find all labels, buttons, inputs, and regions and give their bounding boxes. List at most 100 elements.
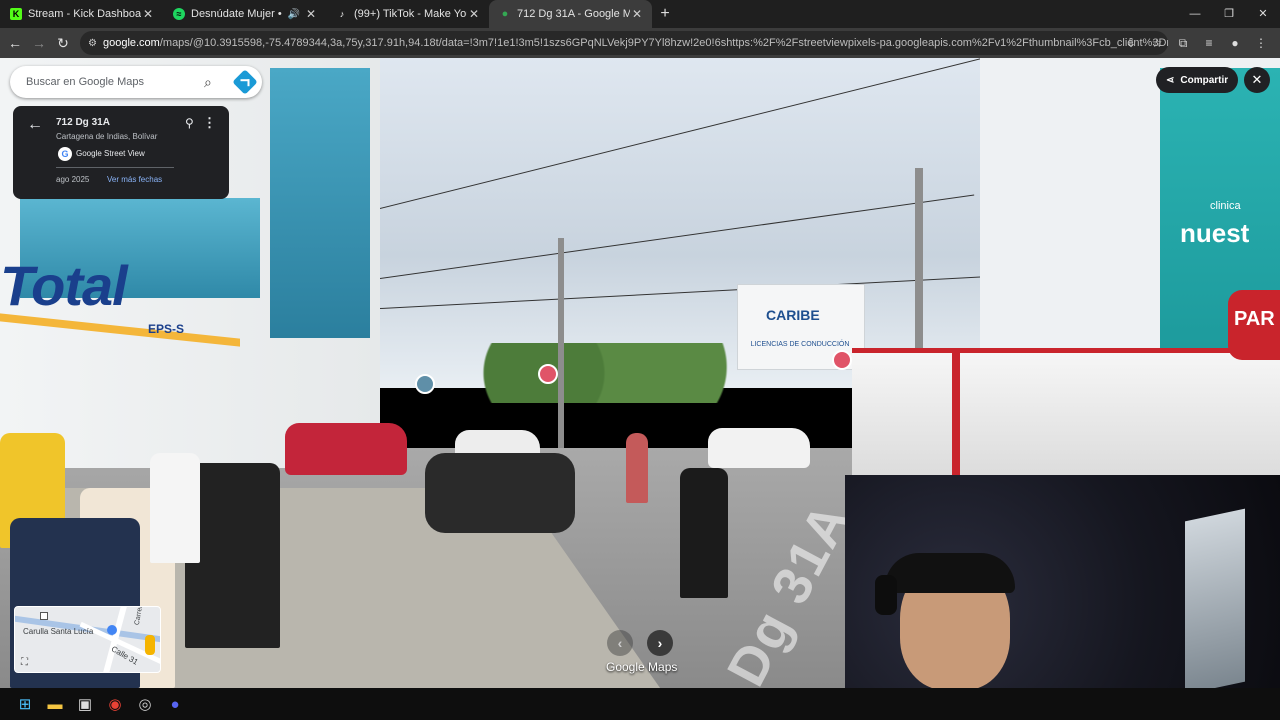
motorcycles: [425, 453, 575, 533]
close-tab-icon[interactable]: ✕: [141, 7, 155, 21]
motorcyclist: [680, 468, 728, 598]
maps-search-box[interactable]: ⌕: [10, 66, 262, 98]
discord-icon[interactable]: ●: [160, 689, 190, 719]
toolbar-actions: ⇩ ☆ ⧉ ≡ ● ⋮: [1118, 28, 1274, 58]
tab-title: Stream - Kick Dashboard: [28, 8, 141, 20]
windows-start-icon[interactable]: ⊞: [10, 689, 40, 719]
share-icon: ⋖: [1166, 74, 1175, 86]
app-icon[interactable]: ◎: [130, 689, 160, 719]
app-icon[interactable]: ▣: [70, 689, 100, 719]
address-title: 712 Dg 31A: [56, 117, 110, 128]
search-input[interactable]: [26, 76, 196, 88]
chrome-icon[interactable]: ◉: [100, 689, 130, 719]
profile-avatar[interactable]: ●: [1222, 36, 1248, 50]
close-tab-icon[interactable]: ✕: [467, 7, 481, 21]
trees: [460, 343, 740, 403]
browser-toolbar: ← → ↻ ⚙ google.com/maps/@10.3915598,-75.…: [0, 28, 1280, 58]
address-bar[interactable]: ⚙ google.com/maps/@10.3915598,-75.478934…: [80, 31, 1168, 55]
kick-icon: K: [10, 8, 22, 20]
directions-icon[interactable]: [232, 69, 258, 95]
maps-pin-icon: ●: [501, 8, 509, 20]
next-arrow-icon[interactable]: ›: [647, 630, 673, 656]
google-maps-watermark: Google Maps: [606, 660, 678, 674]
menu-icon[interactable]: ⋮: [1248, 36, 1274, 50]
window-controls: — ❐ ✕: [1178, 0, 1280, 28]
place-marker-icon[interactable]: [415, 374, 435, 394]
taskbar: ⊞ ▬ ▣ ◉ ◎ ●: [0, 688, 1280, 720]
clinic-sign: nuest: [1180, 218, 1250, 248]
share-label: Compartir: [1180, 74, 1229, 86]
bookmark-star-icon[interactable]: ☆: [1144, 36, 1170, 50]
transit-icon: [40, 612, 48, 620]
minimize-icon[interactable]: —: [1178, 0, 1212, 28]
shopping-icon: [107, 625, 117, 635]
previous-arrow-icon[interactable]: ‹: [607, 630, 633, 656]
site-info-icon[interactable]: ⚙: [88, 38, 97, 49]
restore-icon[interactable]: ❐: [1212, 0, 1246, 28]
stop-sign: PAR: [1228, 290, 1280, 360]
white-car: [708, 428, 810, 468]
google-logo-icon: G: [58, 147, 72, 161]
more-dates-link[interactable]: Ver más fechas: [107, 175, 162, 184]
location-pin-icon[interactable]: ⚲: [185, 116, 194, 130]
tab-title: (99+) TikTok - Make Your Day: [354, 8, 467, 20]
close-street-view-button[interactable]: ✕: [1244, 67, 1270, 93]
browser-tab-bar: K Stream - Kick Dashboard ✕ ≈ Desnúdate …: [0, 0, 1280, 28]
map-road: [98, 607, 128, 672]
url-text: google.com/maps/@10.3915598,-75.4789344,…: [102, 37, 1168, 49]
pedestrian: [150, 453, 200, 563]
yellow-stripe: [0, 313, 240, 347]
file-explorer-icon[interactable]: ▬: [40, 689, 70, 719]
more-options-icon[interactable]: ⋮: [203, 115, 216, 131]
back-arrow-icon[interactable]: ←: [27, 116, 43, 134]
monitor: [1185, 508, 1245, 688]
tab-title: 712 Dg 31A - Google Maps: [517, 8, 630, 20]
close-window-icon[interactable]: ✕: [1246, 0, 1280, 28]
forward-icon[interactable]: →: [27, 35, 51, 51]
reload-icon[interactable]: ↻: [51, 35, 75, 52]
clinic-sign-small: clinica: [1210, 200, 1241, 212]
street-view-label: Google Street View: [76, 149, 145, 158]
place-marker-icon[interactable]: [832, 350, 852, 370]
back-icon[interactable]: ←: [3, 35, 27, 51]
utility-pole: [915, 168, 923, 368]
tab-google-maps[interactable]: ● 712 Dg 31A - Google Maps ✕: [489, 0, 652, 28]
total-sign: Total: [0, 254, 128, 317]
place-marker-icon[interactable]: [538, 364, 558, 384]
truck-stripe: [952, 353, 960, 476]
glass-panel: [270, 68, 370, 338]
install-icon[interactable]: ⇩: [1118, 36, 1144, 50]
speaker-icon[interactable]: 🔊: [288, 9, 300, 20]
minimap-place-label: Carulla Santa Lucía: [23, 627, 94, 636]
headphones: [875, 575, 897, 615]
tab-tiktok[interactable]: ♪ (99+) TikTok - Make Your Day ✕: [326, 0, 489, 28]
caribe-sign-subtext: LICENCIAS DE CONDUCCIÓN: [750, 341, 850, 348]
eps-sign: EPS-S: [148, 322, 185, 336]
divider: [56, 167, 174, 168]
caribe-sign-text: CARIBE: [766, 307, 820, 323]
capture-date: ago 2025: [56, 175, 90, 184]
minimap-road-label: Carrera 7: [133, 606, 146, 626]
tab-title: Desnúdate Mujer • Frankie: [191, 8, 284, 20]
address-city: Cartagena de Indias, Bolívar: [56, 132, 158, 141]
streamer-cap: [885, 553, 1015, 593]
pedestrian: [626, 433, 648, 503]
utility-pole: [558, 238, 564, 448]
close-tab-icon[interactable]: ✕: [304, 7, 318, 21]
lens-icon[interactable]: ⧉: [1170, 36, 1196, 51]
new-tab-button[interactable]: +: [652, 5, 678, 23]
tiktok-icon: ♪: [339, 9, 345, 19]
pegman-icon[interactable]: [145, 635, 155, 655]
share-button[interactable]: ⋖ Compartir: [1156, 67, 1238, 93]
truck: [852, 348, 1280, 476]
spotify-icon: ≈: [173, 8, 185, 20]
tab-spotify[interactable]: ≈ Desnúdate Mujer • Frankie 🔊 ✕: [163, 0, 326, 28]
close-tab-icon[interactable]: ✕: [630, 7, 644, 21]
expand-map-icon[interactable]: ⛶: [21, 657, 28, 668]
tab-kick[interactable]: K Stream - Kick Dashboard ✕: [0, 0, 163, 28]
minimap[interactable]: Carulla Santa Lucía Carrera 7 Calle 31 ⛶: [14, 606, 161, 673]
media-control-icon[interactable]: ≡: [1196, 36, 1222, 50]
search-icon[interactable]: ⌕: [204, 74, 212, 91]
webcam-overlay: [845, 475, 1280, 688]
street-view-info-card: ← 712 Dg 31A Cartagena de Indias, Bolíva…: [13, 106, 229, 199]
